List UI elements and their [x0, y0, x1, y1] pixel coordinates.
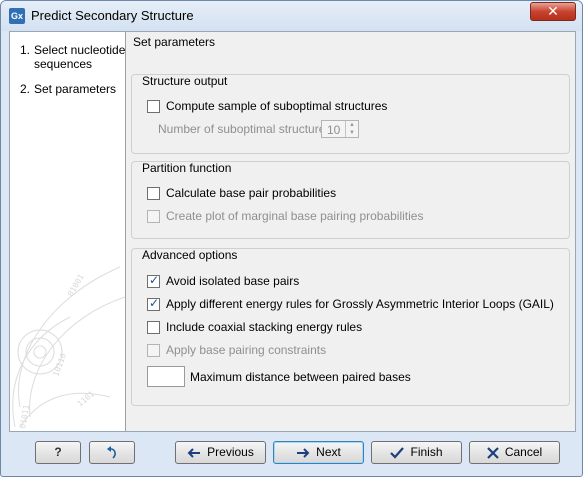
- partition-function-group: Partition function Calculate base pair p…: [131, 161, 570, 239]
- calc-base-pair-checkbox[interactable]: [147, 187, 160, 200]
- svg-text:1101: 1101: [76, 389, 97, 408]
- dialog-window: Gx Predict Secondary Structure ✕ 1. Sele…: [0, 0, 583, 477]
- finish-button[interactable]: Finish: [371, 441, 462, 464]
- previous-button[interactable]: Previous: [175, 441, 266, 464]
- previous-label: Previous: [207, 445, 254, 459]
- reset-arrow-icon: [107, 446, 116, 459]
- spinner-up-icon[interactable]: ▲: [346, 121, 358, 129]
- constraints-checkbox[interactable]: [147, 344, 160, 357]
- checkbox-label: Include coaxial stacking energy rules: [166, 320, 363, 334]
- checkbox-label: Create plot of marginal base pairing pro…: [166, 209, 424, 223]
- create-plot-checkbox[interactable]: [147, 210, 160, 223]
- group-label: Partition function: [142, 161, 232, 175]
- group-label: Structure output: [142, 74, 228, 88]
- spinner-value: 10: [327, 123, 341, 137]
- close-icon: ✕: [547, 3, 559, 19]
- coaxial-checkbox[interactable]: [147, 321, 160, 334]
- max-distance-input[interactable]: [147, 366, 185, 387]
- cancel-label: Cancel: [504, 445, 543, 459]
- step-label: Select nucleotide sequences: [34, 43, 126, 71]
- arrow-left-icon: [187, 447, 201, 458]
- step-number: 2.: [20, 82, 31, 96]
- structure-output-group: Structure output Compute sample of subop…: [131, 74, 570, 154]
- parameters-panel: Set parameters Structure output Compute …: [127, 32, 575, 431]
- panel-title: Set parameters: [133, 35, 216, 49]
- title-bar: Gx Predict Secondary Structure ✕: [1, 1, 582, 31]
- cancel-button[interactable]: Cancel: [469, 441, 560, 464]
- checkbox-label: Apply base pairing constraints: [166, 343, 327, 357]
- checkbox-label: Avoid isolated base pairs: [166, 274, 300, 288]
- close-window-button[interactable]: ✕: [530, 2, 576, 21]
- finish-label: Finish: [410, 445, 443, 459]
- help-button[interactable]: ?: [35, 441, 81, 464]
- checkbox-label: Calculate base pair probabilities: [166, 186, 337, 200]
- spinner-down-icon[interactable]: ▼: [346, 129, 358, 137]
- step-number: 1.: [20, 43, 31, 57]
- window-title: Predict Secondary Structure: [31, 8, 194, 23]
- svg-text:01011: 01011: [18, 404, 31, 429]
- checkbox-label: Apply different energy rules for Grossly…: [166, 297, 554, 311]
- checkmark-icon: [390, 446, 405, 459]
- advanced-options-group: Advanced options Avoid isolated base pai…: [131, 248, 570, 406]
- group-label: Advanced options: [142, 248, 238, 262]
- step-label: Set parameters: [34, 82, 117, 96]
- num-suboptimal-label: Number of suboptimal structures:: [158, 122, 335, 136]
- x-icon: [487, 446, 499, 459]
- svg-text:01001: 01001: [66, 272, 86, 298]
- next-button[interactable]: Next: [273, 441, 364, 464]
- reset-button[interactable]: [89, 441, 135, 464]
- spinner-arrows[interactable]: ▲ ▼: [345, 121, 358, 137]
- gail-checkbox[interactable]: [147, 296, 160, 311]
- wizard-steps-sidebar: 1. Select nucleotide sequences 2. Set pa…: [10, 32, 126, 431]
- avoid-isolated-checkbox[interactable]: [147, 273, 160, 288]
- app-icon: Gx: [9, 8, 25, 24]
- checkbox-label: Compute sample of suboptimal structures: [166, 99, 388, 113]
- max-distance-label: Maximum distance between paired bases: [190, 370, 411, 384]
- dialog-content: 1. Select nucleotide sequences 2. Set pa…: [9, 31, 576, 432]
- sequence-watermark-graphic: 01001 10110 01011 1101: [12, 266, 125, 429]
- compute-suboptimal-checkbox[interactable]: [147, 100, 160, 113]
- num-suboptimal-spinner[interactable]: 10 ▲ ▼: [321, 120, 359, 138]
- help-icon: ?: [54, 445, 62, 459]
- next-label: Next: [316, 445, 341, 459]
- arrow-right-icon: [297, 447, 310, 458]
